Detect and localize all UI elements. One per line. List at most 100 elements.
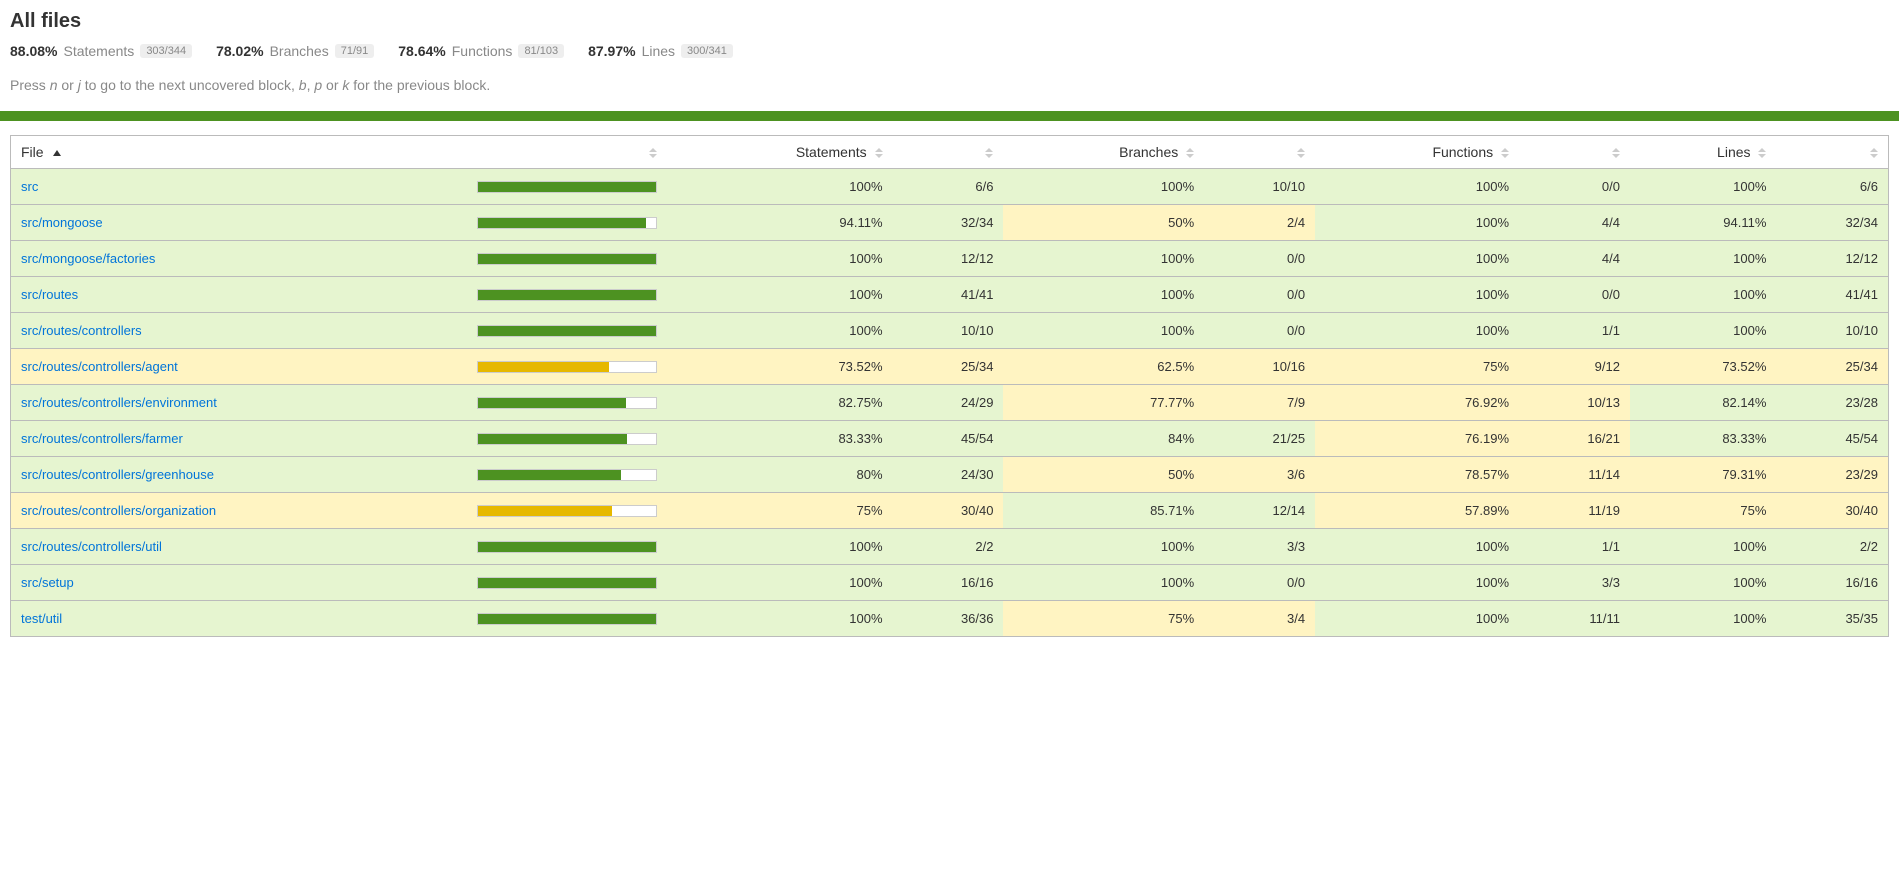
- table-row: src/routes/controllers/agent73.52%25/346…: [11, 349, 1889, 385]
- branches-count: 10/16: [1204, 349, 1315, 385]
- branches-pct: 50%: [1003, 457, 1204, 493]
- bar-cell: [467, 421, 667, 457]
- lines-count: 25/34: [1776, 349, 1888, 385]
- table-row: src/setup100%16/16100%0/0100%3/3100%16/1…: [11, 565, 1889, 601]
- functions-count: 4/4: [1519, 241, 1630, 277]
- lines-count: 23/29: [1776, 457, 1888, 493]
- col-label: File: [21, 144, 44, 160]
- col-lines[interactable]: Lines: [1630, 136, 1776, 169]
- file-link[interactable]: src/setup: [21, 575, 74, 590]
- coverage-bar-fill: [478, 398, 625, 408]
- summary-item: 78.02%Branches71/91: [216, 43, 374, 59]
- branches-count: 3/6: [1204, 457, 1315, 493]
- lines-count: 16/16: [1776, 565, 1888, 601]
- col-statements-count[interactable]: [893, 136, 1004, 169]
- col-file[interactable]: File: [11, 136, 468, 169]
- functions-count: 3/3: [1519, 565, 1630, 601]
- file-link[interactable]: src/routes/controllers/organization: [21, 503, 216, 518]
- coverage-bar-fill: [478, 218, 646, 228]
- file-link[interactable]: src: [21, 179, 38, 194]
- statements-pct: 100%: [667, 241, 892, 277]
- coverage-bar-fill: [478, 362, 609, 372]
- col-branches[interactable]: Branches: [1003, 136, 1204, 169]
- functions-count: 1/1: [1519, 529, 1630, 565]
- sort-icon: [1870, 148, 1878, 158]
- lines-count: 45/54: [1776, 421, 1888, 457]
- branches-pct: 100%: [1003, 313, 1204, 349]
- lines-count: 35/35: [1776, 601, 1888, 637]
- lines-count: 12/12: [1776, 241, 1888, 277]
- branches-count: 2/4: [1204, 205, 1315, 241]
- col-label: Functions: [1432, 144, 1493, 160]
- statements-count: 12/12: [893, 241, 1004, 277]
- statements-pct: 94.11%: [667, 205, 892, 241]
- summary-item: 87.97%Lines300/341: [588, 43, 733, 59]
- functions-pct: 76.19%: [1315, 421, 1519, 457]
- statements-pct: 73.52%: [667, 349, 892, 385]
- file-link[interactable]: src/routes/controllers/farmer: [21, 431, 183, 446]
- summary-pct: 88.08%: [10, 43, 57, 59]
- statements-pct: 100%: [667, 529, 892, 565]
- file-cell: src/routes/controllers/environment: [11, 385, 468, 421]
- file-link[interactable]: src/routes: [21, 287, 78, 302]
- file-link[interactable]: src/routes/controllers/environment: [21, 395, 217, 410]
- functions-pct: 100%: [1315, 277, 1519, 313]
- coverage-bar: [477, 253, 657, 265]
- file-link[interactable]: test/util: [21, 611, 62, 626]
- statements-count: 32/34: [893, 205, 1004, 241]
- sort-asc-icon: [53, 150, 61, 156]
- file-link[interactable]: src/routes/controllers/agent: [21, 359, 178, 374]
- hint-text: Press: [10, 77, 50, 93]
- branches-count: 10/10: [1204, 169, 1315, 205]
- col-pic[interactable]: [467, 136, 667, 169]
- file-cell: src/mongoose/factories: [11, 241, 468, 277]
- coverage-summary: 88.08%Statements303/344 78.02%Branches71/…: [10, 43, 1889, 59]
- bar-cell: [467, 529, 667, 565]
- functions-pct: 100%: [1315, 565, 1519, 601]
- sort-icon: [1612, 148, 1620, 158]
- col-statements[interactable]: Statements: [667, 136, 892, 169]
- lines-count: 30/40: [1776, 493, 1888, 529]
- col-branches-count[interactable]: [1204, 136, 1315, 169]
- summary-item: 88.08%Statements303/344: [10, 43, 192, 59]
- branches-count: 3/4: [1204, 601, 1315, 637]
- file-link[interactable]: src/routes/controllers: [21, 323, 142, 338]
- coverage-bar-fill: [478, 578, 656, 588]
- branches-pct: 85.71%: [1003, 493, 1204, 529]
- lines-pct: 100%: [1630, 565, 1776, 601]
- coverage-bar: [477, 433, 657, 445]
- statements-count: 2/2: [893, 529, 1004, 565]
- file-link[interactable]: src/mongoose: [21, 215, 103, 230]
- file-link[interactable]: src/routes/controllers/greenhouse: [21, 467, 214, 482]
- col-functions-count[interactable]: [1519, 136, 1630, 169]
- file-link[interactable]: src/routes/controllers/util: [21, 539, 162, 554]
- col-functions[interactable]: Functions: [1315, 136, 1519, 169]
- file-link[interactable]: src/mongoose/factories: [21, 251, 155, 266]
- bar-cell: [467, 457, 667, 493]
- coverage-bar: [477, 181, 657, 193]
- lines-pct: 83.33%: [1630, 421, 1776, 457]
- sort-icon: [1186, 148, 1194, 158]
- lines-pct: 100%: [1630, 241, 1776, 277]
- statements-pct: 100%: [667, 277, 892, 313]
- branches-pct: 100%: [1003, 565, 1204, 601]
- col-lines-count[interactable]: [1776, 136, 1888, 169]
- statements-pct: 100%: [667, 313, 892, 349]
- coverage-table: File Statements Branches: [10, 135, 1889, 637]
- col-label: Branches: [1119, 144, 1178, 160]
- table-row: src/routes/controllers/util100%2/2100%3/…: [11, 529, 1889, 565]
- branches-count: 12/14: [1204, 493, 1315, 529]
- bar-cell: [467, 169, 667, 205]
- statements-pct: 100%: [667, 601, 892, 637]
- lines-pct: 100%: [1630, 601, 1776, 637]
- statements-pct: 100%: [667, 565, 892, 601]
- col-label: Lines: [1717, 144, 1750, 160]
- functions-count: 11/11: [1519, 601, 1630, 637]
- coverage-bar: [477, 505, 657, 517]
- statements-count: 45/54: [893, 421, 1004, 457]
- statements-count: 41/41: [893, 277, 1004, 313]
- file-cell: src/mongoose: [11, 205, 468, 241]
- sort-icon: [1501, 148, 1509, 158]
- summary-pct: 78.02%: [216, 43, 263, 59]
- statements-count: 16/16: [893, 565, 1004, 601]
